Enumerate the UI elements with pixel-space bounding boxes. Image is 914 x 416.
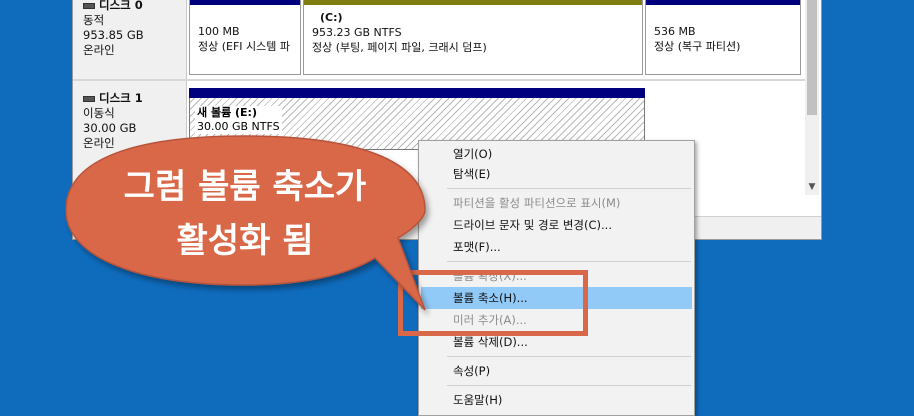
vertical-scrollbar[interactable]: ▼: [805, 0, 819, 195]
partition-c[interactable]: (C:) 953.23 GB NTFS 정상 (부팅, 페이지 파일, 크래시 …: [303, 0, 643, 75]
disk-icon: [83, 2, 95, 9]
partition-efi[interactable]: 100 MB 정상 (EFI 시스템 파: [189, 0, 301, 75]
partition-size: 953.23 GB NTFS: [312, 26, 402, 39]
volume-size: 30.00 GB NTFS: [197, 120, 280, 133]
callout-line1: 그럼 볼륨 축소가: [123, 167, 367, 207]
partition-desc: 정상 (EFI 시스템 파: [198, 40, 291, 53]
menu-item-change-drive-letter[interactable]: 드라이브 문자 및 경로 변경(C)...: [421, 214, 692, 236]
disk-icon: [83, 95, 95, 102]
menu-separator: [447, 188, 691, 189]
menu-item-mark-active[interactable]: 파티션을 활성 파티션으로 표시(M): [421, 192, 692, 214]
partition-bar: [190, 0, 300, 5]
menu-item-explore[interactable]: 탐색(E): [421, 163, 692, 185]
menu-separator: [447, 385, 691, 386]
partition-desc: 정상 (복구 파티션): [654, 40, 741, 53]
disk0-label[interactable]: 디스크 0 동적 953.85 GB 온라인: [73, 0, 187, 79]
volume-name: 새 볼륨 (E:): [197, 106, 257, 119]
menu-item-format[interactable]: 포맷(F)...: [421, 236, 692, 258]
disk0-row: 디스크 0 동적 953.85 GB 온라인 100 MB 정상 (EFI 시스…: [73, 0, 819, 79]
partition-bar: [646, 0, 800, 5]
callout-line2: 활성화 됨: [176, 221, 314, 261]
menu-separator: [447, 356, 691, 357]
disk1-type: 이동식: [83, 106, 115, 120]
annotation-highlight-box: [398, 270, 588, 336]
scroll-down-icon[interactable]: ▼: [806, 181, 818, 193]
scroll-thumb[interactable]: [807, 0, 817, 115]
partition-recovery[interactable]: 536 MB 정상 (복구 파티션): [645, 0, 801, 75]
menu-separator: [447, 261, 691, 262]
callout-text: 그럼 볼륨 축소가 활성화 됨: [90, 160, 400, 268]
disk1-title: 디스크 1: [99, 91, 143, 105]
disk0-status: 온라인: [83, 43, 115, 57]
partition-desc: 정상 (부팅, 페이지 파일, 크래시 덤프): [312, 41, 487, 54]
disk0-size: 953.85 GB: [83, 28, 144, 42]
menu-item-help[interactable]: 도움말(H): [421, 389, 692, 411]
partition-bar: [304, 0, 642, 5]
partition-size: 536 MB: [654, 25, 696, 38]
partition-bar: [189, 88, 645, 98]
disk0-title: 디스크 0: [99, 0, 143, 12]
partition-label: (C:): [320, 11, 343, 24]
disk1-status: 온라인: [83, 136, 115, 150]
disk0-type: 동적: [83, 13, 105, 27]
menu-item-open[interactable]: 열기(O): [421, 143, 692, 165]
menu-item-properties[interactable]: 속성(P): [421, 360, 692, 382]
partition-size: 100 MB: [198, 25, 240, 38]
disk1-size: 30.00 GB: [83, 121, 137, 135]
